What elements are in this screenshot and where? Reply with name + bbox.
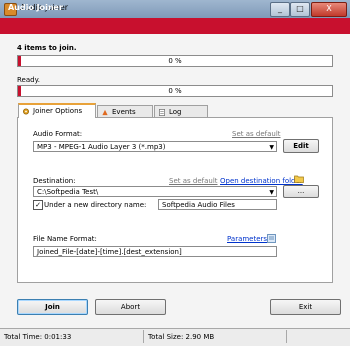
- tab-label: Joiner Options: [33, 107, 83, 115]
- filename-format-input[interactable]: Joined_File-[date]-[time].[dest_extensio…: [33, 246, 277, 257]
- destination-value: C:\Softpedia Test\: [37, 188, 99, 196]
- total-time-text: Total Time: 0:01:33: [4, 333, 72, 341]
- app-header: [0, 18, 350, 34]
- new-directory-input[interactable]: Softpedia Audio Files: [158, 199, 277, 210]
- file-progress-text: 0 %: [168, 87, 182, 95]
- audio-format-set-default-link[interactable]: Set as default: [232, 130, 281, 138]
- minimize-button[interactable]: _: [270, 2, 290, 17]
- close-button[interactable]: X: [311, 2, 347, 17]
- parameters-link[interactable]: Parameters: [227, 235, 267, 243]
- destination-combo[interactable]: C:\Softpedia Test\ ▼: [33, 186, 277, 197]
- folder-icon[interactable]: [294, 174, 304, 183]
- chevron-down-icon: ▼: [269, 144, 274, 151]
- maximize-button[interactable]: □: [290, 2, 310, 17]
- open-destination-folder-link[interactable]: Open destination folder: [220, 177, 303, 185]
- status-separator: [286, 330, 287, 343]
- filename-format-label: File Name Format:: [33, 235, 97, 243]
- exit-button[interactable]: Exit: [270, 299, 341, 315]
- destination-label: Destination:: [33, 177, 76, 185]
- audio-format-label: Audio Format:: [33, 130, 83, 138]
- new-directory-label: Under a new directory name:: [44, 201, 147, 209]
- tab-label: Events: [112, 108, 136, 116]
- items-count-text: 4 items to join.: [17, 44, 77, 52]
- log-icon: [159, 109, 165, 116]
- overall-progress-text: 0 %: [168, 57, 182, 65]
- overall-progress-bar: 0 %: [17, 55, 333, 67]
- edit-button[interactable]: Edit: [283, 139, 319, 153]
- header-title: Audio Joiner: [8, 3, 63, 12]
- new-directory-checkbox[interactable]: ✓: [33, 200, 43, 210]
- gear-icon: [23, 108, 29, 115]
- browse-button[interactable]: ...: [283, 185, 319, 198]
- parameters-icon[interactable]: [267, 234, 276, 243]
- events-icon: [102, 109, 108, 116]
- chevron-down-icon: ▼: [269, 189, 274, 196]
- audio-format-value: MP3 - MPEG-1 Audio Layer 3 (*.mp3): [37, 143, 166, 151]
- audio-format-select[interactable]: MP3 - MPEG-1 Audio Layer 3 (*.mp3) ▼: [33, 141, 277, 152]
- destination-set-default-link[interactable]: Set as default: [169, 177, 218, 185]
- tab-joiner-options[interactable]: Joiner Options: [18, 103, 96, 118]
- total-size-text: Total Size: 2.90 MB: [148, 333, 215, 341]
- file-progress-bar: 0 %: [17, 85, 333, 97]
- abort-button[interactable]: Abort: [95, 299, 166, 315]
- ready-text: Ready.: [17, 76, 40, 84]
- status-separator: [143, 330, 144, 343]
- join-button[interactable]: Join: [17, 299, 88, 315]
- tab-label: Log: [169, 108, 182, 116]
